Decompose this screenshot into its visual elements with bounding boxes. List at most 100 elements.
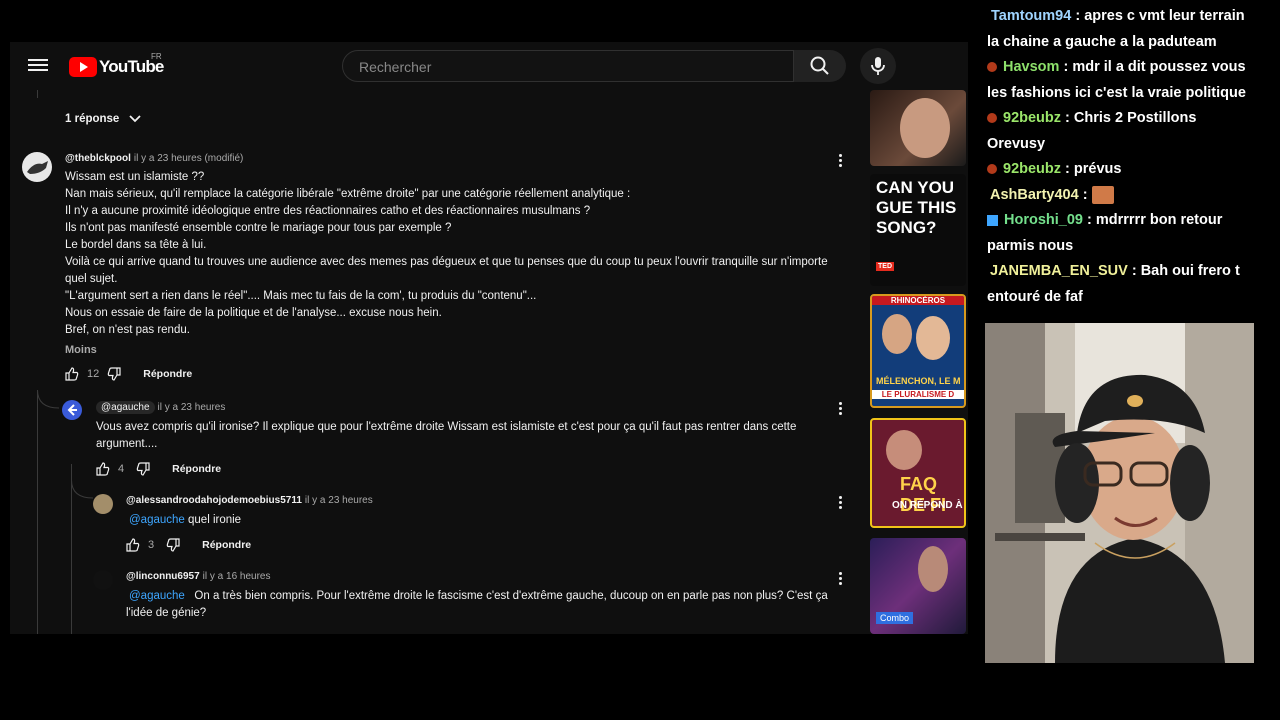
like-count: 3 [148,539,155,551]
comment-author[interactable]: @agauche [96,401,155,414]
thumbnail-subtitle: ON RÉPOND À [892,500,963,511]
comment-text: @agauche quel ironie [126,512,826,529]
thumbnail-face [916,316,950,360]
replies-count: 1 réponse [65,113,120,125]
badge-icon [987,62,997,73]
webcam-feed [985,323,1254,663]
comment-time[interactable]: il y a 23 heures (modifié) [134,153,244,164]
thumbnail-title: CAN YOU GUE THIS SONG? [876,178,957,237]
chat-message: Havsom : mdr il a dit poussez vous les f… [987,59,1246,101]
like-icon[interactable] [96,462,110,476]
comment-author[interactable]: @linconnu6957 [126,571,200,582]
reply-comment: @linconnu6957 il y a 16 heures @agauche O… [126,568,846,622]
comment-main: @theblckpool il y a 23 heures (modifié) W… [65,150,855,359]
comment-actions: 12 Répondre [65,367,192,381]
youtube-logo[interactable]: YouTube FR [69,52,164,78]
avatar[interactable] [22,152,52,182]
search-button[interactable] [794,50,846,82]
thumbnail-face [886,430,922,470]
avatar[interactable] [93,570,113,590]
comment-line: On a très bien compris. Pour l'extrême d… [194,590,828,602]
voice-search-button[interactable] [860,48,896,84]
comment-author[interactable]: @theblckpool [65,153,131,164]
reply-comment: @agauche il y a 23 heures Vous avez compr… [96,399,836,453]
chat-text: prévus [1073,161,1122,177]
video-thumbnail[interactable]: CAN YOU GUE THIS SONG? TED [870,174,966,286]
dislike-icon[interactable] [166,538,180,552]
arrow-left-icon [67,404,77,416]
replies-toggle[interactable]: 1 réponse [65,113,142,125]
search-input[interactable] [357,58,761,76]
chat-username: Horoshi_09 [1004,212,1083,228]
chat-username: 92beubz [1003,110,1062,126]
more-options-icon[interactable] [839,400,843,417]
comment-line: argument.... [96,438,158,450]
comment-line: Voilà ce qui arrive quand tu trouves une… [65,256,828,268]
chat-message: 92beubz : Chris 2 Postillons Orevusy [987,110,1197,152]
comment-header: @theblckpool il y a 23 heures (modifié) [65,150,855,167]
reply-button[interactable]: Répondre [202,539,251,551]
like-icon[interactable] [65,367,79,381]
comment-line: Nan mais sérieux, qu'il remplace la caté… [65,188,631,200]
top-bar: YouTube FR [10,42,968,90]
comment-author[interactable]: @alessandroodahojodemoebius5711 [126,495,302,506]
thumbnail-subtitle: LE PLURALISME D [872,390,964,399]
chat-username: JANEMBA_EN_SUV [990,263,1128,279]
more-options-icon[interactable] [839,570,843,587]
chat-message: AshBarty404 : [987,183,1257,209]
like-icon[interactable] [126,538,140,552]
badge-icon [987,113,997,124]
emote-icon [1091,185,1114,204]
video-thumbnail[interactable]: Combo [870,538,966,634]
like-count: 12 [87,368,100,380]
thread-curve [37,390,60,409]
avatar[interactable] [62,400,82,420]
reply-button[interactable]: Répondre [172,463,221,475]
video-thumbnail[interactable]: FAQ DE FI ON RÉPOND À [870,418,966,528]
comment-line: Ils n'ont pas manifesté ensemble contre … [65,222,452,234]
comment-time[interactable]: il y a 23 heures [158,402,226,413]
chat-username: 92beubz [1003,161,1062,177]
comment-text: @agauche On a très bien compris. Pour l'… [126,588,846,605]
reply-button[interactable]: Répondre [143,368,192,380]
video-thumbnail[interactable] [870,90,966,166]
more-options-icon[interactable] [839,152,843,169]
thumbnail-title: MÉLENCHON, LE M [876,376,961,386]
comment-line: quel ironie [188,514,242,526]
comment-time[interactable]: il y a 23 heures [305,495,373,506]
comment-actions: 4 Répondre [96,462,221,476]
mention-link[interactable]: @agauche [129,590,185,602]
thumbnail-face [900,98,950,158]
chat-message: 92beubz : prévus [987,157,1257,183]
comment-text: Wissam est un islamiste ?? Nan mais séri… [65,169,855,339]
comment-time[interactable]: il y a 16 heures [203,571,271,582]
dislike-icon[interactable] [136,462,150,476]
chat-message: JANEMBA_EN_SUV : Bah oui frero t entouré… [987,263,1240,305]
more-options-icon[interactable] [839,494,843,511]
show-less-link[interactable]: Moins [65,342,855,359]
comment-actions: 3 Répondre [126,538,251,552]
mention-link[interactable]: @agauche [129,514,185,526]
comment-line: Wissam est un islamiste ?? [65,171,205,183]
comment-header: @alessandroodahojodemoebius5711 il y a 23… [126,492,826,509]
like-count: 4 [118,463,125,475]
badge-icon [987,214,998,226]
comment-line: "L'argument sert a rien dans le réel"...… [65,290,537,302]
region-code: FR [151,52,162,61]
video-thumbnail[interactable]: RHINOCÉROS MÉLENCHON, LE M LE PLURALISME… [870,294,966,408]
badge-icon [987,164,997,175]
avatar[interactable] [93,494,113,514]
microphone-icon [871,57,885,75]
combo-badge: Combo [876,612,914,624]
search-box [342,50,794,82]
comment-line: Il n'y a aucune proximité idéologique en… [65,205,591,217]
dislike-icon[interactable] [107,367,121,381]
youtube-window: YouTube FR 1 réponse @theblc [10,42,968,634]
comment-line: quel sujet. [65,273,118,285]
thread-curve [71,480,94,499]
avatar-image [27,161,48,174]
comment-line: Nous on essaie de faire de la politique … [65,307,442,319]
comment-line: Vous avez compris qu'il ironise? Il expl… [96,421,797,433]
menu-icon[interactable] [28,56,48,76]
thread-line [37,390,38,634]
